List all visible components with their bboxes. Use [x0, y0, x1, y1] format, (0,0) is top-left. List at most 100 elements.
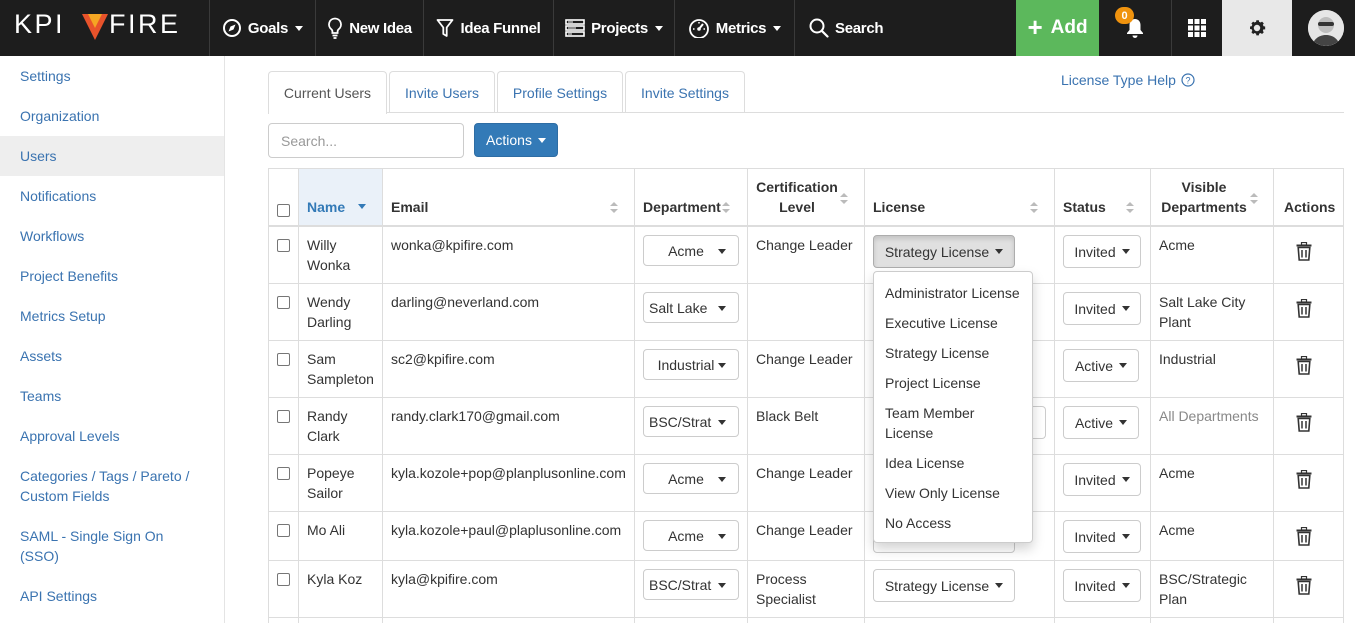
row-checkbox[interactable]: [277, 467, 290, 480]
trash-icon[interactable]: [1296, 576, 1312, 595]
user-name[interactable]: Willy Wonka: [307, 235, 350, 275]
department-select[interactable]: BSC/Strat...: [643, 406, 739, 437]
nav-projects[interactable]: Projects: [553, 0, 674, 56]
status-value: Invited: [1074, 300, 1116, 317]
row-checkbox[interactable]: [277, 353, 290, 366]
notifications-button[interactable]: [1099, 0, 1171, 56]
license-value: Strategy License: [884, 577, 990, 594]
tab-invite-users[interactable]: Invite Users: [389, 71, 495, 113]
search-icon: [809, 18, 829, 38]
visible-departments: Salt Lake City Plant: [1159, 292, 1245, 332]
trash-icon[interactable]: [1296, 413, 1312, 432]
trash-icon[interactable]: [1296, 242, 1312, 261]
status-dropdown-button[interactable]: Invited: [1063, 569, 1141, 602]
sidebar-item-assets[interactable]: Assets: [0, 346, 224, 366]
status-dropdown-button[interactable]: Invited: [1063, 520, 1141, 553]
visible-departments: All Departments: [1159, 408, 1259, 424]
department-select[interactable]: Acme: [643, 463, 739, 494]
sidebar-item-metrics-setup[interactable]: Metrics Setup: [0, 306, 224, 326]
nav-metrics[interactable]: Metrics: [674, 0, 794, 56]
settings-button[interactable]: [1222, 0, 1292, 56]
header-name[interactable]: Name: [307, 197, 345, 217]
status-dropdown-button[interactable]: Active: [1063, 406, 1139, 439]
sidebar-item-approval-levels[interactable]: Approval Levels: [0, 426, 224, 446]
sidebar-item-categories[interactable]: Categories / Tags / Pareto / Custom Fiel…: [0, 466, 200, 506]
trash-icon[interactable]: [1296, 527, 1312, 546]
header-email[interactable]: Email: [391, 197, 428, 217]
nav-idea-funnel[interactable]: Idea Funnel: [423, 0, 553, 56]
row-checkbox[interactable]: [277, 573, 290, 586]
menu-item-no-access[interactable]: No Access: [885, 513, 951, 533]
nav-goals[interactable]: Goals: [209, 0, 315, 56]
user-avatar-button[interactable]: [1292, 0, 1355, 56]
add-button[interactable]: + Add: [1016, 0, 1099, 56]
status-dropdown-button[interactable]: Invited: [1063, 292, 1141, 325]
visible-departments: Acme: [1159, 465, 1195, 481]
menu-item-team-member-license[interactable]: Team Member License: [885, 403, 974, 443]
status-dropdown-button[interactable]: Active: [1063, 349, 1139, 382]
menu-item-idea-license[interactable]: Idea License: [885, 453, 964, 473]
menu-item-executive-license[interactable]: Executive License: [885, 313, 998, 333]
menu-item-strategy-license[interactable]: Strategy License: [885, 343, 989, 363]
header-visible-departments[interactable]: Visible Departments: [1154, 177, 1254, 217]
status-dropdown-button[interactable]: Invited: [1063, 235, 1141, 268]
sidebar-item-notifications[interactable]: Notifications: [0, 186, 224, 206]
nav-new-idea[interactable]: New Idea: [315, 0, 423, 56]
row-checkbox[interactable]: [277, 524, 290, 537]
department-select[interactable]: Industrial: [643, 349, 739, 380]
user-name[interactable]: Mo Ali: [307, 520, 345, 540]
apps-grid-button[interactable]: [1171, 0, 1222, 56]
header-certification[interactable]: Certification Level: [750, 177, 844, 217]
license-dropdown-button[interactable]: Strategy License: [873, 569, 1015, 602]
visible-departments: Acme: [1159, 237, 1195, 253]
sidebar-item-project-benefits[interactable]: Project Benefits: [0, 266, 224, 286]
header-license[interactable]: License: [873, 197, 925, 217]
user-search-input[interactable]: [268, 123, 464, 158]
row-checkbox[interactable]: [277, 296, 290, 309]
sidebar-item-users[interactable]: Users: [0, 136, 224, 176]
license-dropdown-button[interactable]: Strategy License: [873, 235, 1015, 268]
kpifire-logo[interactable]: KPI FIRE: [0, 0, 209, 56]
user-name[interactable]: Randy Clark: [307, 406, 347, 446]
sidebar-item-settings[interactable]: Settings: [0, 66, 224, 86]
row-checkbox[interactable]: [277, 410, 290, 423]
trash-icon[interactable]: [1296, 356, 1312, 375]
department-select[interactable]: BSC/Strat...: [643, 569, 739, 600]
sidebar-item-saml-sso[interactable]: SAML - Single Sign On (SSO): [0, 526, 180, 566]
nav-search[interactable]: Search: [794, 0, 1016, 56]
row-checkbox[interactable]: [277, 239, 290, 252]
tab-current-users[interactable]: Current Users: [268, 71, 387, 114]
plus-icon: +: [1027, 12, 1043, 42]
sidebar-item-teams[interactable]: Teams: [0, 386, 224, 406]
user-name[interactable]: Wendy Darling: [307, 292, 351, 332]
header-department[interactable]: Department: [643, 197, 721, 217]
license-type-help-link[interactable]: License Type Help ?: [1061, 72, 1195, 88]
menu-item-administrator-license[interactable]: Administrator License: [885, 283, 1020, 303]
actions-button[interactable]: Actions: [474, 123, 558, 157]
sidebar-item-organization[interactable]: Organization: [0, 106, 224, 126]
sort-icon: [840, 193, 848, 205]
user-photo-icon: [1308, 10, 1344, 46]
header-status[interactable]: Status: [1063, 197, 1106, 217]
sidebar-item-workflows[interactable]: Workflows: [0, 226, 224, 246]
chevron-down-icon: [718, 583, 726, 588]
department-value: Salt Lake ...: [649, 299, 712, 316]
status-dropdown-button[interactable]: Invited: [1063, 463, 1141, 496]
select-all-checkbox[interactable]: [277, 204, 290, 217]
visible-departments: Acme: [1159, 522, 1195, 538]
user-name[interactable]: Kyla Koz: [307, 569, 362, 589]
user-name[interactable]: Popeye Sailor: [307, 463, 354, 503]
chevron-down-icon: [718, 477, 726, 482]
tab-profile-settings[interactable]: Profile Settings: [497, 71, 623, 113]
trash-icon[interactable]: [1296, 470, 1312, 489]
department-select[interactable]: Acme: [643, 235, 739, 266]
department-select[interactable]: Acme: [643, 520, 739, 551]
department-select[interactable]: Salt Lake ...: [643, 292, 739, 323]
row-divider: [268, 617, 1344, 618]
menu-item-project-license[interactable]: Project License: [885, 373, 981, 393]
user-name[interactable]: Sam Sampleton: [307, 349, 374, 389]
tab-invite-settings[interactable]: Invite Settings: [625, 71, 745, 113]
menu-item-view-only-license[interactable]: View Only License: [885, 483, 1000, 503]
trash-icon[interactable]: [1296, 299, 1312, 318]
sidebar-item-api-settings[interactable]: API Settings: [0, 586, 224, 606]
